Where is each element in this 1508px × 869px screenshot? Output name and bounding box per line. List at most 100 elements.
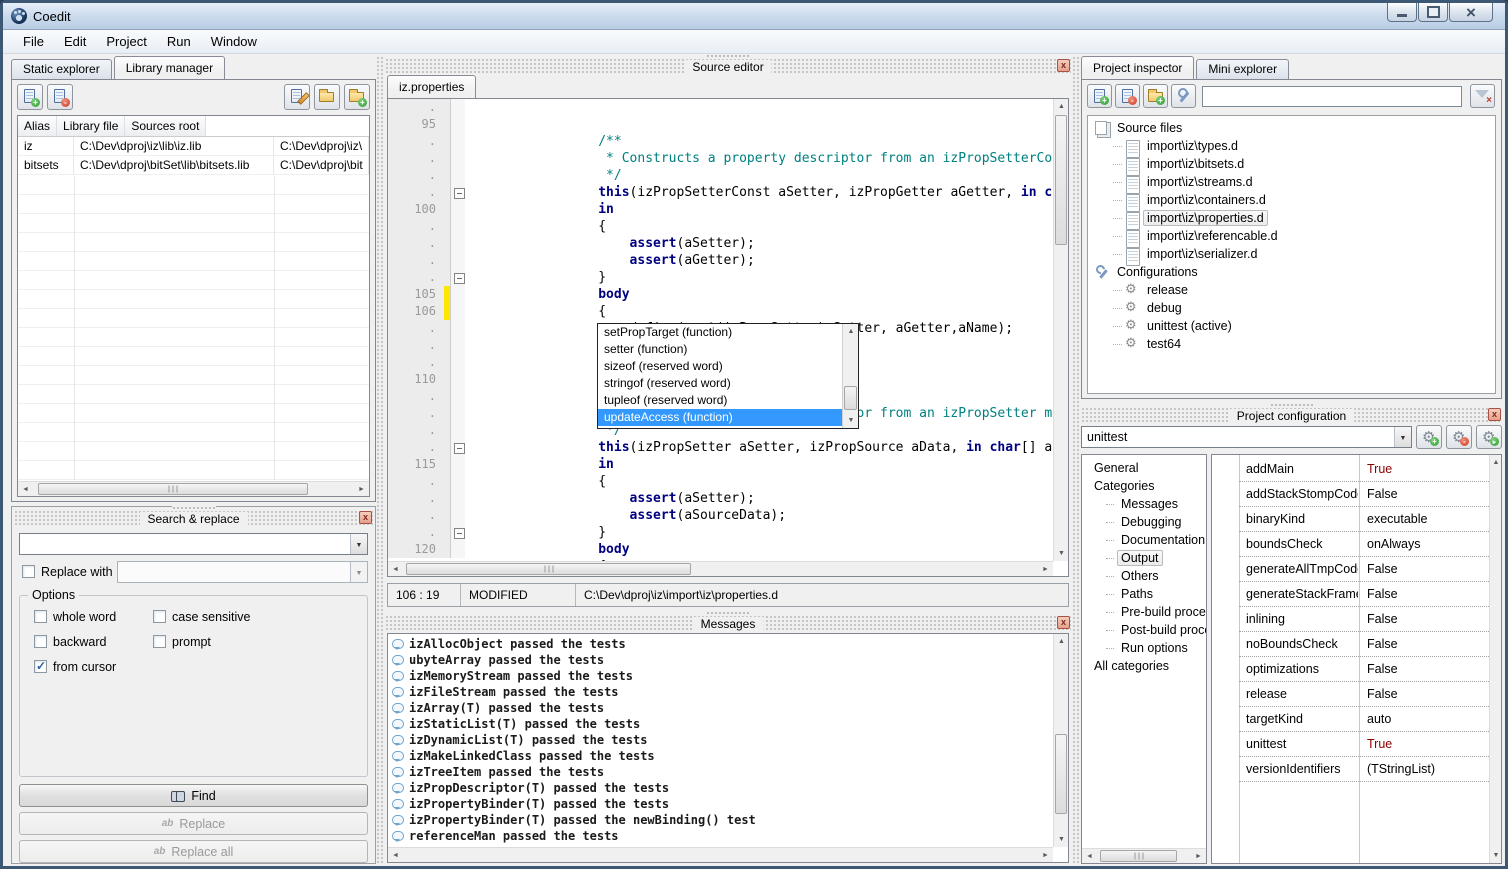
right-tab[interactable]: Mini explorer [1196, 59, 1289, 79]
code-line[interactable]: . assert(aSourceData); [388, 473, 1053, 490]
property-row[interactable]: targetKind auto [1239, 707, 1489, 732]
messages-vscrollbar[interactable] [1053, 634, 1068, 847]
message-row[interactable]: izPropertyBinder(T) passed the tests [388, 796, 1053, 812]
code-line[interactable]: 120 define(aSetter, aSourceData, aName); [388, 541, 1053, 558]
menu-item[interactable]: Edit [54, 32, 96, 51]
code-line[interactable]: 115 assert(aSetter); [388, 456, 1053, 473]
scroll-left-arrow[interactable] [388, 848, 403, 863]
scroll-thumb[interactable] [1100, 850, 1177, 862]
code-line[interactable]: 100 assert(aSetter); [388, 201, 1053, 218]
fold-margin[interactable] [450, 201, 465, 218]
fold-margin[interactable] [450, 269, 465, 286]
menu-item[interactable]: Project [96, 32, 156, 51]
code-line[interactable]: . { [388, 524, 1053, 541]
library-hscrollbar[interactable] [18, 481, 369, 496]
checkbox-icon[interactable] [153, 610, 166, 623]
tree-item[interactable]: import\iz\types.d [1091, 137, 1495, 155]
add-library-button[interactable] [17, 84, 43, 110]
sync-configuration-button[interactable] [1476, 425, 1502, 449]
property-value[interactable]: True [1358, 737, 1489, 751]
tree-item[interactable]: test64 [1091, 335, 1495, 353]
option-backward[interactable]: backward [34, 635, 107, 649]
property-value[interactable]: False [1358, 662, 1489, 676]
checkbox-icon[interactable] [34, 660, 47, 673]
scroll-right-arrow[interactable] [1191, 849, 1206, 864]
message-row[interactable]: izPropertyBinder(T) passed the newBindin… [388, 812, 1053, 828]
property-value[interactable]: False [1358, 637, 1489, 651]
scroll-up-arrow[interactable] [843, 324, 859, 339]
scroll-up-arrow[interactable] [1054, 99, 1069, 114]
fold-margin[interactable] [450, 524, 465, 541]
editor-hscrollbar[interactable] [388, 561, 1053, 576]
splitter-left-center[interactable] [376, 56, 384, 864]
code-line[interactable]: . */ [388, 133, 1053, 150]
table-row[interactable]: iz C:\Dev\dproj\iz\lib\iz.lib C:\Dev\dpr… [18, 137, 369, 156]
fold-margin[interactable] [450, 252, 465, 269]
fold-margin[interactable] [450, 405, 465, 422]
scroll-up-arrow[interactable] [1054, 634, 1069, 649]
property-value[interactable]: auto [1358, 712, 1489, 726]
message-row[interactable]: ubyteArray passed the tests [388, 652, 1053, 668]
fold-margin[interactable] [450, 99, 465, 116]
property-row[interactable]: noBoundsCheck False [1239, 632, 1489, 657]
drag-grip[interactable] [706, 54, 750, 58]
fold-margin[interactable] [450, 388, 465, 405]
category-item[interactable]: Others [1084, 567, 1206, 585]
message-row[interactable]: izStaticList(T) passed the tests [388, 716, 1053, 732]
filter-button[interactable] [1470, 84, 1495, 108]
code-line[interactable]: . this(izPropSetterConst aSetter, izProp… [388, 150, 1053, 167]
category-item[interactable]: Run options [1084, 639, 1206, 657]
scroll-left-arrow[interactable] [1082, 849, 1097, 864]
completion-item[interactable]: updateAccess (function) [598, 409, 842, 426]
code-line[interactable]: . assert(aGetter); [388, 218, 1053, 235]
open-library-folder-button[interactable] [314, 84, 340, 110]
property-value[interactable]: False [1358, 587, 1489, 601]
scroll-right-arrow[interactable] [1038, 848, 1053, 863]
tree-item[interactable]: Source files [1091, 119, 1495, 137]
scroll-thumb[interactable] [1055, 115, 1067, 245]
fold-margin[interactable] [450, 150, 465, 167]
replace-button[interactable]: ab Replace [19, 812, 368, 835]
splitter-center-right[interactable] [1072, 56, 1080, 864]
tree-item[interactable]: import\iz\properties.d [1091, 209, 1495, 227]
tree-item[interactable]: import\iz\streams.d [1091, 173, 1495, 191]
column-header[interactable]: Alias [18, 116, 57, 136]
checkbox-icon[interactable] [34, 635, 47, 648]
categories-hscrollbar[interactable] [1082, 848, 1206, 863]
scroll-right-arrow[interactable] [1038, 562, 1053, 577]
tree-item[interactable]: import\iz\referencable.d [1091, 227, 1495, 245]
property-row[interactable]: unittest True [1239, 732, 1489, 757]
message-row[interactable]: referenceMan passed the tests [388, 828, 1053, 844]
fold-margin[interactable] [450, 320, 465, 337]
message-row[interactable]: izFileStream passed the tests [388, 684, 1053, 700]
completion-item[interactable]: setter (function) [598, 341, 842, 358]
tree-item[interactable]: release [1091, 281, 1495, 299]
property-row[interactable]: generateAllTmpCode False [1239, 557, 1489, 582]
chevron-down-icon[interactable] [350, 534, 367, 554]
add-source-button[interactable] [1087, 84, 1112, 108]
popup-scrollbar[interactable] [842, 324, 858, 428]
maximize-button[interactable] [1418, 3, 1448, 22]
message-row[interactable]: izPropDescriptor(T) passed the tests [388, 780, 1053, 796]
property-row[interactable]: optimizations False [1239, 657, 1489, 682]
code-line[interactable]: 105 define(cast(izPropSetter)aSetter, aG… [388, 286, 1053, 303]
messages-hscrollbar[interactable] [388, 847, 1053, 862]
completion-item[interactable]: sizeof (reserved word) [598, 358, 842, 375]
code-line[interactable]: . /** [388, 99, 1053, 116]
replace-with-checkbox[interactable]: Replace with [22, 565, 113, 579]
property-value[interactable]: (TStringList) [1358, 762, 1489, 776]
fold-margin[interactable] [450, 422, 465, 439]
property-row[interactable]: boundsCheck onAlways [1239, 532, 1489, 557]
fold-margin[interactable] [450, 286, 465, 303]
category-item[interactable]: Paths [1084, 585, 1206, 603]
fold-margin[interactable] [450, 507, 465, 524]
property-row[interactable]: addStackStompCode False [1239, 482, 1489, 507]
tree-item[interactable]: debug [1091, 299, 1495, 317]
option-case-sensitive[interactable]: case sensitive [153, 610, 251, 624]
left-tab[interactable]: Static explorer [11, 59, 112, 79]
remove-configuration-button[interactable] [1446, 425, 1472, 449]
title-bar[interactable]: Coedit [3, 3, 1505, 30]
close-panel-icon[interactable] [1488, 408, 1501, 421]
option-whole-word[interactable]: whole word [34, 610, 116, 624]
checkbox-icon[interactable] [153, 635, 166, 648]
